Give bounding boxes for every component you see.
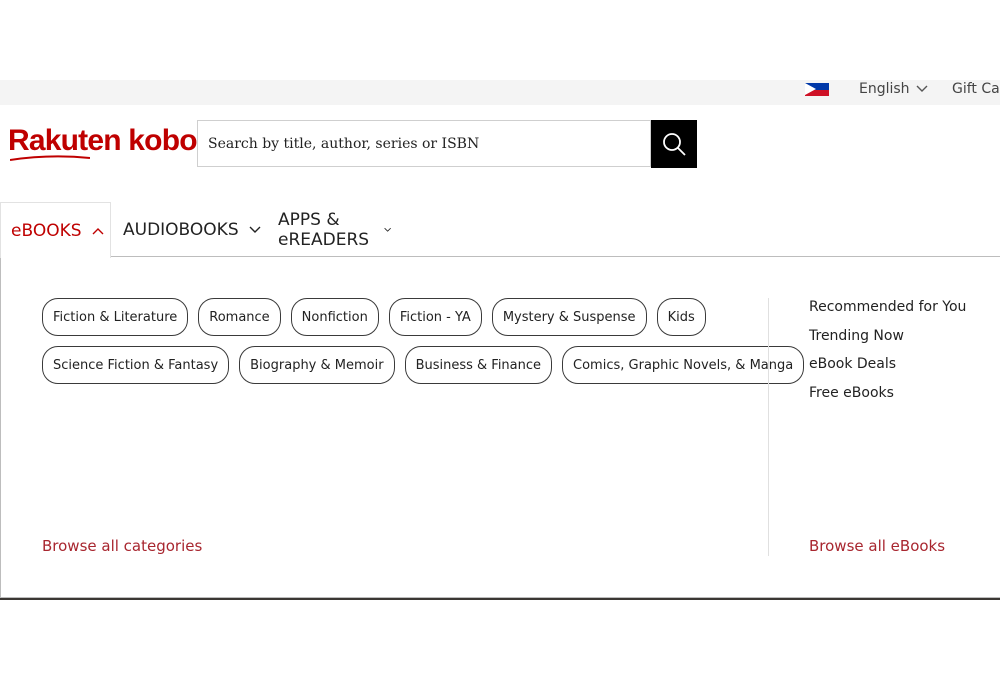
category-pill[interactable]: Business & Finance bbox=[404, 346, 553, 384]
tab-ebooks[interactable]: eBOOKS bbox=[0, 202, 111, 258]
chevron-up-icon bbox=[92, 227, 104, 234]
tab-audiobooks[interactable]: AUDIOBOOKS bbox=[123, 202, 261, 258]
search-input[interactable] bbox=[198, 121, 650, 166]
tab-apps-ereaders-label: APPS & eREADERS bbox=[278, 210, 370, 250]
language-selector[interactable]: English bbox=[859, 81, 928, 97]
tab-ebooks-label: eBOOKS bbox=[11, 220, 82, 241]
utility-bar bbox=[0, 80, 1000, 105]
category-pill[interactable]: Biography & Memoir bbox=[239, 346, 395, 384]
tab-apps-ereaders[interactable]: APPS & eREADERS bbox=[278, 202, 391, 258]
quick-link-free[interactable]: Free eBooks bbox=[809, 384, 966, 413]
philippines-flag-icon[interactable] bbox=[805, 83, 829, 96]
quick-link-recommended[interactable]: Recommended for You bbox=[809, 298, 966, 327]
chevron-down-icon bbox=[384, 227, 391, 232]
logo-text: Rakuten kobo bbox=[8, 124, 198, 157]
category-pill[interactable]: Nonfiction bbox=[290, 298, 379, 336]
category-pill[interactable]: Kids bbox=[656, 298, 706, 336]
browse-all-ebooks-link[interactable]: Browse all eBooks bbox=[809, 537, 945, 555]
category-pill[interactable]: Fiction - YA bbox=[388, 298, 482, 336]
search-button[interactable] bbox=[651, 120, 697, 168]
language-label: English bbox=[859, 81, 910, 97]
category-pill[interactable]: Science Fiction & Fantasy bbox=[42, 346, 230, 384]
chevron-down-icon bbox=[916, 85, 928, 92]
category-pills: Fiction & Literature Romance Nonfiction … bbox=[42, 298, 805, 394]
category-pill[interactable]: Romance bbox=[198, 298, 281, 336]
search-icon bbox=[663, 133, 686, 156]
category-pill[interactable]: Mystery & Suspense bbox=[491, 298, 647, 336]
tab-audiobooks-label: AUDIOBOOKS bbox=[123, 220, 239, 240]
chevron-down-icon bbox=[249, 226, 261, 233]
quick-links: Recommended for You Trending Now eBook D… bbox=[809, 298, 966, 412]
logo-swoosh bbox=[10, 155, 90, 161]
quick-link-trending[interactable]: Trending Now bbox=[809, 327, 966, 356]
gift-card-link[interactable]: Gift Car bbox=[952, 81, 1000, 97]
browse-all-categories-link[interactable]: Browse all categories bbox=[42, 537, 202, 555]
quick-link-deals[interactable]: eBook Deals bbox=[809, 355, 966, 384]
search-field[interactable] bbox=[197, 120, 651, 167]
menu-divider bbox=[768, 298, 769, 556]
category-pill[interactable]: Fiction & Literature bbox=[42, 298, 189, 336]
rakuten-kobo-logo[interactable]: Rakuten kobo bbox=[8, 124, 198, 164]
